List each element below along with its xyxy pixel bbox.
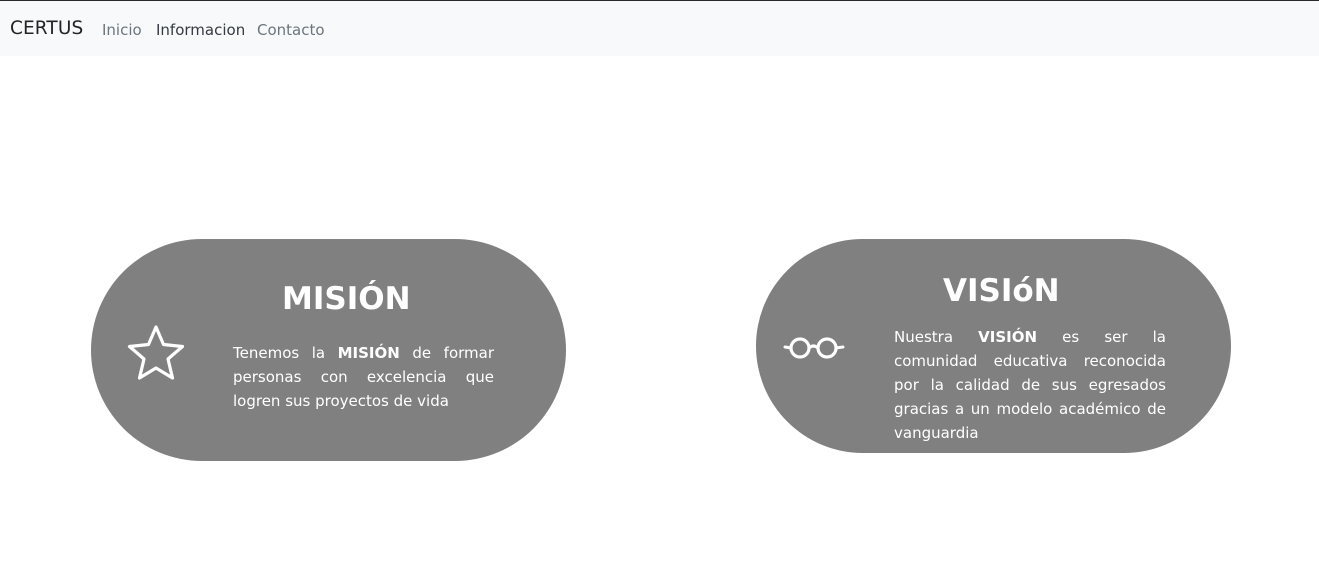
vision-text-bold: VISIÓN [978,328,1038,346]
mision-title: MISIÓN [282,281,411,317]
nav-link-informacion[interactable]: Informacion [156,21,245,39]
mision-text-bold: MISIÓN [337,344,400,362]
mision-text-start: Tenemos la [233,344,338,362]
navbar: CERTUS Inicio Informacion Contacto [0,1,1319,56]
star-icon [127,325,185,380]
vision-text: Nuestra VISIÓN es ser la comunidad educa… [894,325,1166,445]
nav-link-contacto[interactable]: Contacto [257,21,325,39]
brand-link[interactable]: CERTUS [10,18,83,39]
glasses-icon [783,337,845,359]
nav-link-inicio[interactable]: Inicio [102,21,142,39]
mision-text: Tenemos la MISIÓN de formar personas con… [233,341,494,413]
vision-card: VISIóN Nuestra VISIÓN es ser la comunida… [756,239,1231,453]
mision-card: MISIÓN Tenemos la MISIÓN de formar perso… [91,239,566,461]
vision-text-start: Nuestra [894,328,979,346]
vision-title: VISIóN [943,273,1060,309]
